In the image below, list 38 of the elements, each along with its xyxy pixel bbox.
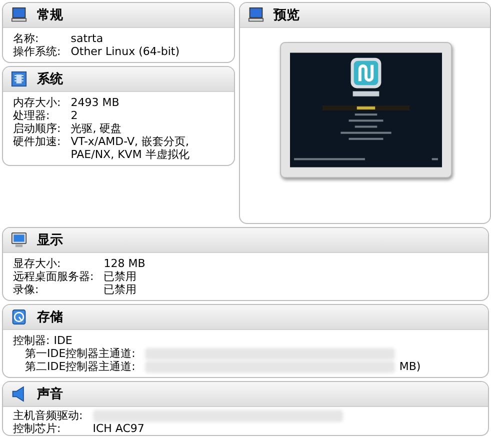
field-label: 启动顺序: [13,122,61,135]
field-label: 录像: [13,283,40,296]
section-title: 存储 [37,309,63,326]
field-value: Other Linux (64-bit) [70,45,180,58]
field-value: MB) [399,360,421,373]
field-value: satrta [70,32,104,45]
hard-disk-icon [11,309,27,325]
section-title: 显示 [37,232,63,249]
field-value: 2 [70,109,78,122]
field-value: 已禁用 [104,270,137,283]
field-label: 内存大小: [13,96,61,109]
monitor-icon [248,7,264,23]
field-label: 操作系统: [13,45,61,58]
field-value: 光驱, 硬盘 [70,122,122,135]
field-label: 远程桌面服务器: [13,270,94,283]
field-label: 第一IDE控制器主通道: [24,347,136,360]
field-value: 128 MB [104,257,146,270]
section-title: 常规 [37,7,63,24]
field-label: 控制芯片: [13,422,62,435]
section-title: 声音 [37,386,63,403]
chip-icon [11,71,27,87]
field-label: 第二IDE控制器主通道: [24,360,136,373]
speaker-icon [11,386,27,402]
section-title: 系统 [37,70,63,88]
field-label: 控制器: [13,334,50,347]
field-value: 2493 MB [70,96,120,109]
field-value: IDE [54,334,72,347]
field-value: VT-x/AMD-V, 嵌套分页, PAE/NX, KVM 半虚拟化 [70,135,190,161]
monitor-icon [11,7,27,23]
field-label: 处理器: [13,109,51,122]
section-title: 预览 [274,7,300,24]
field-value: ICH AC97 [92,422,144,435]
monitor-icon [11,232,27,248]
field-value: 已禁用 [104,283,137,296]
field-label: 显存大小: [13,257,62,270]
field-label: 主机音频驱动: [13,409,83,422]
field-label: 硬件加速: [13,135,61,150]
field-label: 名称: [13,32,40,45]
